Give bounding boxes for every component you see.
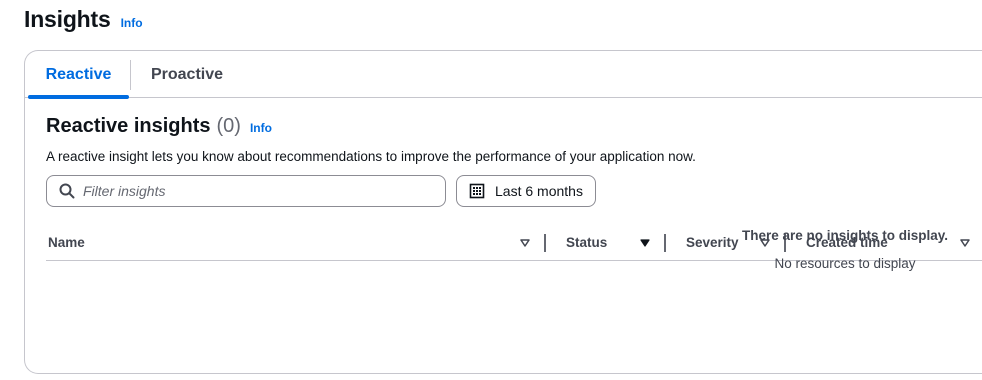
insights-count: (0) xyxy=(216,115,241,137)
date-range-button[interactable]: Last 6 months xyxy=(456,175,596,207)
section-description: A reactive insight lets you know about r… xyxy=(46,149,696,164)
page-header: Insights Info xyxy=(24,6,143,33)
section-title: Reactive insights xyxy=(46,115,211,137)
filter-box[interactable] xyxy=(46,175,446,207)
empty-state-title: There are no insights to display. xyxy=(741,228,949,243)
section-header: Reactive insights (0) Info xyxy=(46,115,272,138)
tab-proactive[interactable]: Proactive xyxy=(132,51,242,98)
tab-divider xyxy=(130,60,131,90)
search-icon xyxy=(59,183,75,199)
page-info-link[interactable]: Info xyxy=(121,16,143,30)
filter-input[interactable] xyxy=(83,183,423,199)
tab-bar: Reactive Proactive xyxy=(25,51,982,99)
date-range-label: Last 6 months xyxy=(495,183,583,199)
calendar-icon xyxy=(469,183,485,199)
section-info-link[interactable]: Info xyxy=(250,121,272,135)
page-title: Insights xyxy=(24,6,111,32)
empty-state-subtitle: No resources to display xyxy=(774,256,916,271)
insights-container: Reactive Proactive Reactive insights (0)… xyxy=(24,50,982,374)
tab-reactive[interactable]: Reactive xyxy=(28,51,129,99)
